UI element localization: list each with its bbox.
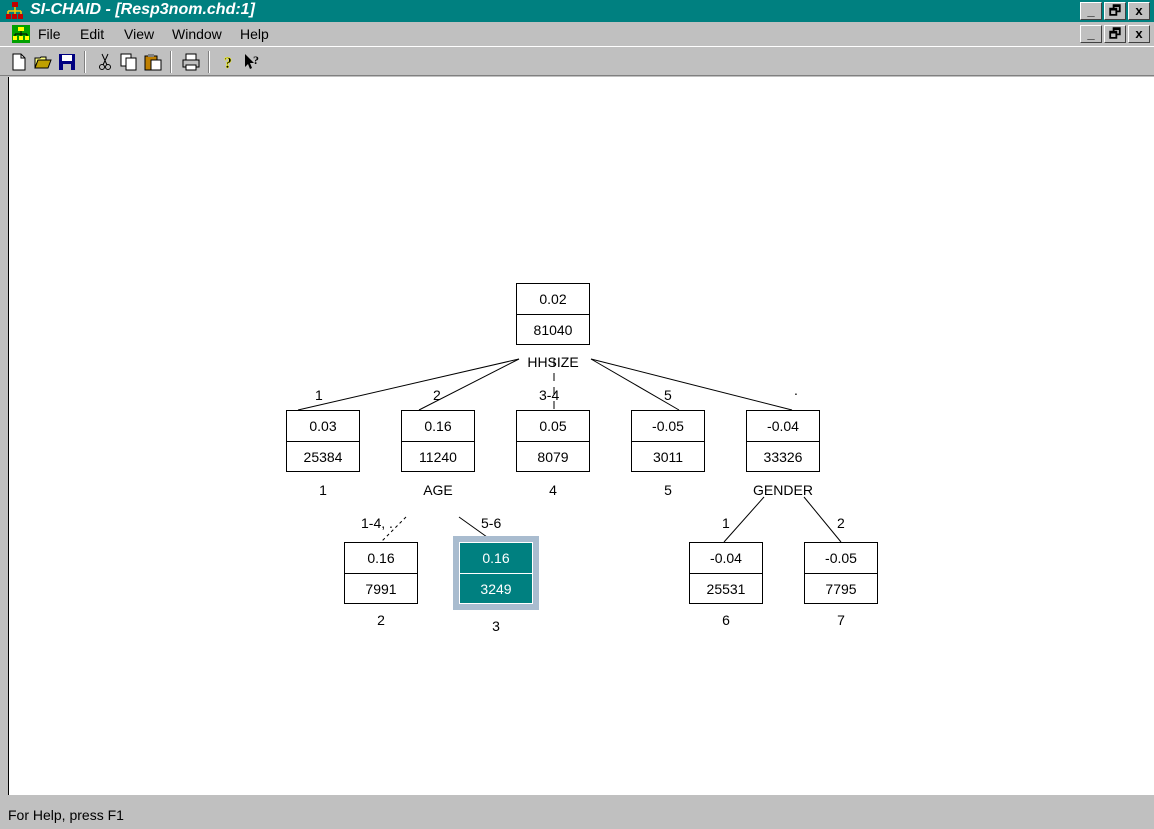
edge-label: 2	[433, 387, 441, 403]
toolbar-separator	[170, 51, 172, 73]
tree-node[interactable]: -0.04 33326	[746, 410, 820, 472]
tree-canvas: 0.02 81040 HHSIZE 1 2 3-4 5 . 0.03 25384…	[8, 77, 1154, 795]
menu-window[interactable]: Window	[172, 26, 222, 42]
document-tree-icon[interactable]	[12, 25, 30, 43]
tree-app-icon	[6, 2, 23, 19]
tree-node[interactable]: -0.04 25531	[689, 542, 763, 604]
tree-node[interactable]: 0.16 7991	[344, 542, 418, 604]
window-title: SI-CHAID - [Resp3nom.chd:1]	[30, 1, 255, 18]
tree-node[interactable]: -0.05 7795	[804, 542, 878, 604]
open-folder-icon[interactable]	[34, 53, 52, 71]
split-variable-label: GENDER	[753, 482, 813, 498]
minimize-button[interactable]: _	[1080, 2, 1102, 20]
node-value: -0.04	[747, 411, 819, 442]
node-count: 11240	[419, 449, 457, 465]
status-text: For Help, press F1	[8, 807, 124, 823]
close-button[interactable]: x	[1128, 2, 1150, 20]
tree-node[interactable]: -0.05 3011	[631, 410, 705, 472]
tree-node[interactable]: 0.16 11240	[401, 410, 475, 472]
restore-button[interactable]: 🗗	[1104, 2, 1126, 20]
node-id-label: 3	[492, 618, 500, 634]
node-count: 81040	[533, 322, 573, 338]
node-id-label: 6	[722, 612, 730, 628]
menu-view[interactable]: View	[124, 26, 154, 42]
status-bar: For Help, press F1	[0, 795, 1154, 829]
node-value: -0.05	[632, 411, 704, 442]
node-id-label: 4	[549, 482, 557, 498]
node-count: 7991	[365, 581, 397, 597]
title-bar: SI-CHAID - [Resp3nom.chd:1] _ 🗗 x	[0, 0, 1154, 22]
menu-edit[interactable]: Edit	[80, 26, 104, 42]
node-value: 0.16	[460, 543, 532, 574]
toolbar-separator	[208, 51, 210, 73]
document-close-button[interactable]: x	[1128, 25, 1150, 43]
menu-help[interactable]: Help	[240, 26, 269, 42]
node-count: 25531	[706, 581, 746, 597]
edge-label: 5-6	[481, 515, 502, 531]
node-value: 0.03	[287, 411, 359, 442]
node-count: 33326	[763, 449, 803, 465]
node-count: 3249	[480, 581, 512, 597]
toolbar: ? ?	[0, 46, 1154, 76]
node-value: -0.05	[805, 543, 877, 574]
node-id-label: 7	[837, 612, 845, 628]
node-id-label: 2	[377, 612, 385, 628]
node-value: 0.16	[402, 411, 474, 442]
edge-label: 1	[722, 515, 730, 531]
svg-text:?: ?	[224, 55, 232, 71]
edge-label: 1-4, .	[361, 515, 393, 531]
edge-label: 5	[664, 387, 672, 403]
node-value: 0.05	[517, 411, 589, 442]
help-question-icon[interactable]: ?	[220, 53, 238, 71]
split-variable-label: HHSIZE	[527, 354, 579, 370]
svg-text:?: ?	[253, 53, 259, 67]
menu-bar: File Edit View Window Help _ 🗗 x	[0, 22, 1154, 46]
edge-label: 3-4	[539, 387, 560, 403]
node-value: -0.04	[690, 543, 762, 574]
save-disk-icon[interactable]	[58, 53, 76, 71]
document-restore-button[interactable]: 🗗	[1104, 25, 1126, 43]
node-id-label: 1	[319, 482, 327, 498]
document-minimize-button[interactable]: _	[1080, 25, 1102, 43]
print-icon[interactable]	[182, 53, 200, 71]
node-count: 25384	[303, 449, 343, 465]
edge-label: 1	[315, 387, 323, 403]
split-variable-label: AGE	[423, 482, 453, 498]
new-file-icon[interactable]	[10, 53, 28, 71]
tree-node-root[interactable]: 0.02 81040	[516, 283, 590, 345]
node-value: 0.02	[517, 284, 589, 315]
tree-node-selected[interactable]: 0.16 3249	[453, 536, 539, 610]
edge-label: 2	[837, 515, 845, 531]
context-help-icon[interactable]: ?	[244, 53, 262, 71]
node-count: 8079	[537, 449, 569, 465]
tree-node[interactable]: 0.05 8079	[516, 410, 590, 472]
menu-file[interactable]: File	[38, 26, 61, 42]
node-count: 7795	[825, 581, 857, 597]
node-value: 0.16	[345, 543, 417, 574]
tree-node[interactable]: 0.03 25384	[286, 410, 360, 472]
node-count: 3011	[652, 449, 684, 465]
paste-clipboard-icon[interactable]	[144, 53, 162, 71]
edge-label: .	[794, 382, 798, 398]
copy-icon[interactable]	[120, 53, 138, 71]
toolbar-separator	[84, 51, 86, 73]
cut-scissors-icon[interactable]	[96, 53, 114, 71]
node-id-label: 5	[664, 482, 672, 498]
